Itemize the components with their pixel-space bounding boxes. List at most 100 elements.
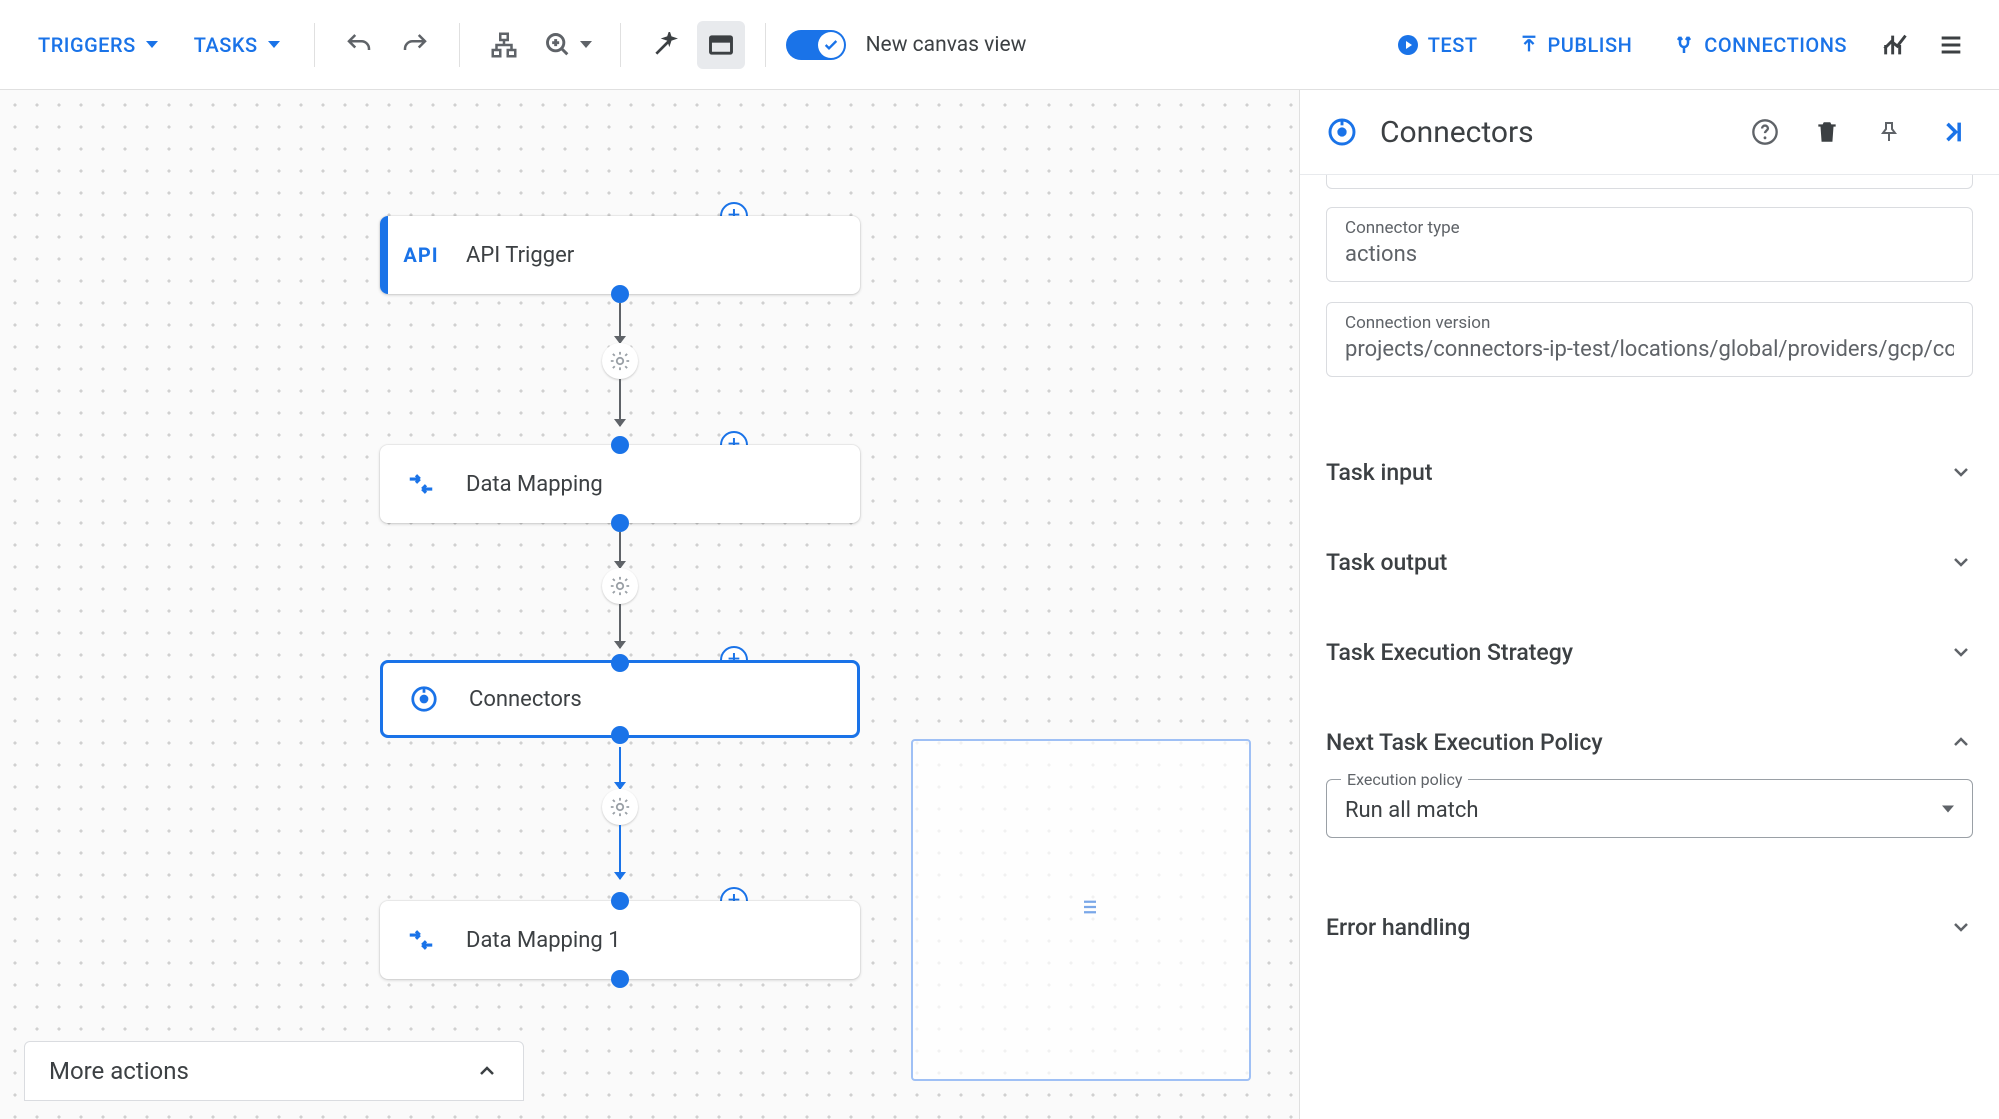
toggle-knob [818, 32, 844, 58]
canvas[interactable]: + API API Trigger + Data Mapping + [0, 90, 1299, 1119]
node-data-mapping-1[interactable]: Data Mapping 1 [380, 901, 860, 979]
delete-button[interactable] [1805, 110, 1849, 154]
node-label: Data Mapping 1 [466, 928, 621, 953]
node-label: Data Mapping [466, 472, 603, 497]
edge [619, 825, 621, 879]
caret-down-icon [268, 41, 280, 48]
more-actions-label: More actions [49, 1057, 189, 1085]
edge-settings-button[interactable] [602, 568, 638, 604]
connector-icon [407, 684, 441, 714]
connections-button[interactable]: CONNECTIONS [1656, 23, 1863, 67]
chevron-up-icon [475, 1059, 499, 1083]
api-icon: API [404, 243, 438, 267]
separator [459, 23, 460, 67]
redo-icon [400, 30, 430, 60]
trash-icon [1814, 119, 1840, 145]
node-port-top[interactable] [611, 654, 629, 672]
edge [619, 604, 621, 648]
field-value: actions [1345, 242, 1954, 267]
node-api-trigger[interactable]: API API Trigger [380, 216, 860, 294]
minimap-node-icon [1081, 897, 1099, 917]
chevron-down-icon [1949, 550, 1973, 574]
select-value: Run all match [1345, 798, 1479, 823]
canvas-view-toggle[interactable] [786, 30, 846, 60]
chevron-up-icon [1949, 730, 1973, 754]
details-panel: Connectors Connector type actions Connec… [1299, 90, 1999, 1119]
separator [314, 23, 315, 67]
publish-icon [1518, 34, 1540, 56]
triggers-label: TRIGGERS [38, 33, 136, 57]
connector-type-field[interactable]: Connector type actions [1326, 207, 1973, 282]
panel-header: Connectors [1326, 90, 1973, 174]
toggle-label: New canvas view [866, 33, 1027, 57]
data-mapping-icon [404, 925, 438, 955]
play-circle-icon [1396, 33, 1420, 57]
menu-icon [1937, 31, 1965, 59]
section-task-input[interactable]: Task input [1326, 427, 1973, 517]
publish-button[interactable]: PUBLISH [1502, 23, 1649, 67]
connection-version-field[interactable]: Connection version projects/connectors-i… [1326, 302, 1973, 377]
undo-button[interactable] [335, 21, 383, 69]
section-error-handling[interactable]: Error handling [1326, 882, 1973, 972]
check-icon [823, 37, 839, 53]
minimap[interactable] [911, 739, 1251, 1081]
edge [619, 303, 621, 343]
tasks-dropdown[interactable]: TASKS [180, 23, 294, 67]
section-task-exec-strategy[interactable]: Task Execution Strategy [1326, 607, 1973, 697]
canvas-view-button[interactable] [697, 21, 745, 69]
edge [619, 532, 621, 568]
node-port-bottom[interactable] [611, 726, 629, 744]
edge-settings-button[interactable] [602, 789, 638, 825]
triggers-dropdown[interactable]: TRIGGERS [24, 23, 172, 67]
collapse-right-icon [1937, 118, 1965, 146]
caret-down-icon [146, 41, 158, 48]
execution-policy-select[interactable]: Execution policy Run all match [1326, 779, 1973, 838]
field-label: Connection version [1345, 313, 1954, 333]
edge [619, 379, 621, 426]
undo-icon [344, 30, 374, 60]
layout-button[interactable] [480, 21, 528, 69]
pin-button[interactable] [1867, 110, 1911, 154]
node-connectors[interactable]: Connectors [380, 660, 860, 738]
zoom-dropdown[interactable] [536, 21, 600, 69]
hierarchy-icon [489, 30, 519, 60]
chevron-down-icon [1949, 640, 1973, 664]
test-button[interactable]: TEST [1380, 23, 1494, 67]
field-label: Connector type [1345, 218, 1954, 238]
gear-icon [609, 796, 631, 818]
menu-button[interactable] [1927, 21, 1975, 69]
more-actions-panel[interactable]: More actions [24, 1041, 524, 1101]
node-label: Connectors [469, 687, 582, 712]
gear-icon [609, 350, 631, 372]
tasks-label: TASKS [194, 33, 258, 57]
toolbar: TRIGGERS TASKS New canvas view TEST [0, 0, 1999, 90]
node-port-bottom[interactable] [611, 514, 629, 532]
field-value: projects/connectors-ip-test/locations/gl… [1345, 337, 1954, 362]
panel-title: Connectors [1380, 115, 1534, 150]
wand-icon [652, 32, 678, 58]
node-port-bottom[interactable] [611, 285, 629, 303]
analytics-button[interactable] [1871, 21, 1919, 69]
magic-wand-button[interactable] [641, 21, 689, 69]
chevron-down-icon [1949, 460, 1973, 484]
section-task-output[interactable]: Task output [1326, 517, 1973, 607]
edge [619, 747, 621, 789]
gear-icon [609, 575, 631, 597]
caret-down-icon [1942, 805, 1954, 812]
help-icon [1751, 118, 1779, 146]
chevron-down-icon [1949, 915, 1973, 939]
collapse-panel-button[interactable] [1929, 110, 1973, 154]
edge-settings-button[interactable] [602, 343, 638, 379]
separator [765, 23, 766, 67]
redo-button[interactable] [391, 21, 439, 69]
node-data-mapping[interactable]: Data Mapping [380, 445, 860, 523]
pin-icon [1877, 120, 1901, 144]
node-port-top[interactable] [611, 892, 629, 910]
analytics-icon [1881, 31, 1909, 59]
data-mapping-icon [404, 469, 438, 499]
node-port-top[interactable] [611, 436, 629, 454]
canvas-view-icon [707, 31, 735, 59]
node-port-bottom[interactable] [611, 970, 629, 988]
caret-down-icon [580, 41, 592, 48]
help-button[interactable] [1743, 110, 1787, 154]
